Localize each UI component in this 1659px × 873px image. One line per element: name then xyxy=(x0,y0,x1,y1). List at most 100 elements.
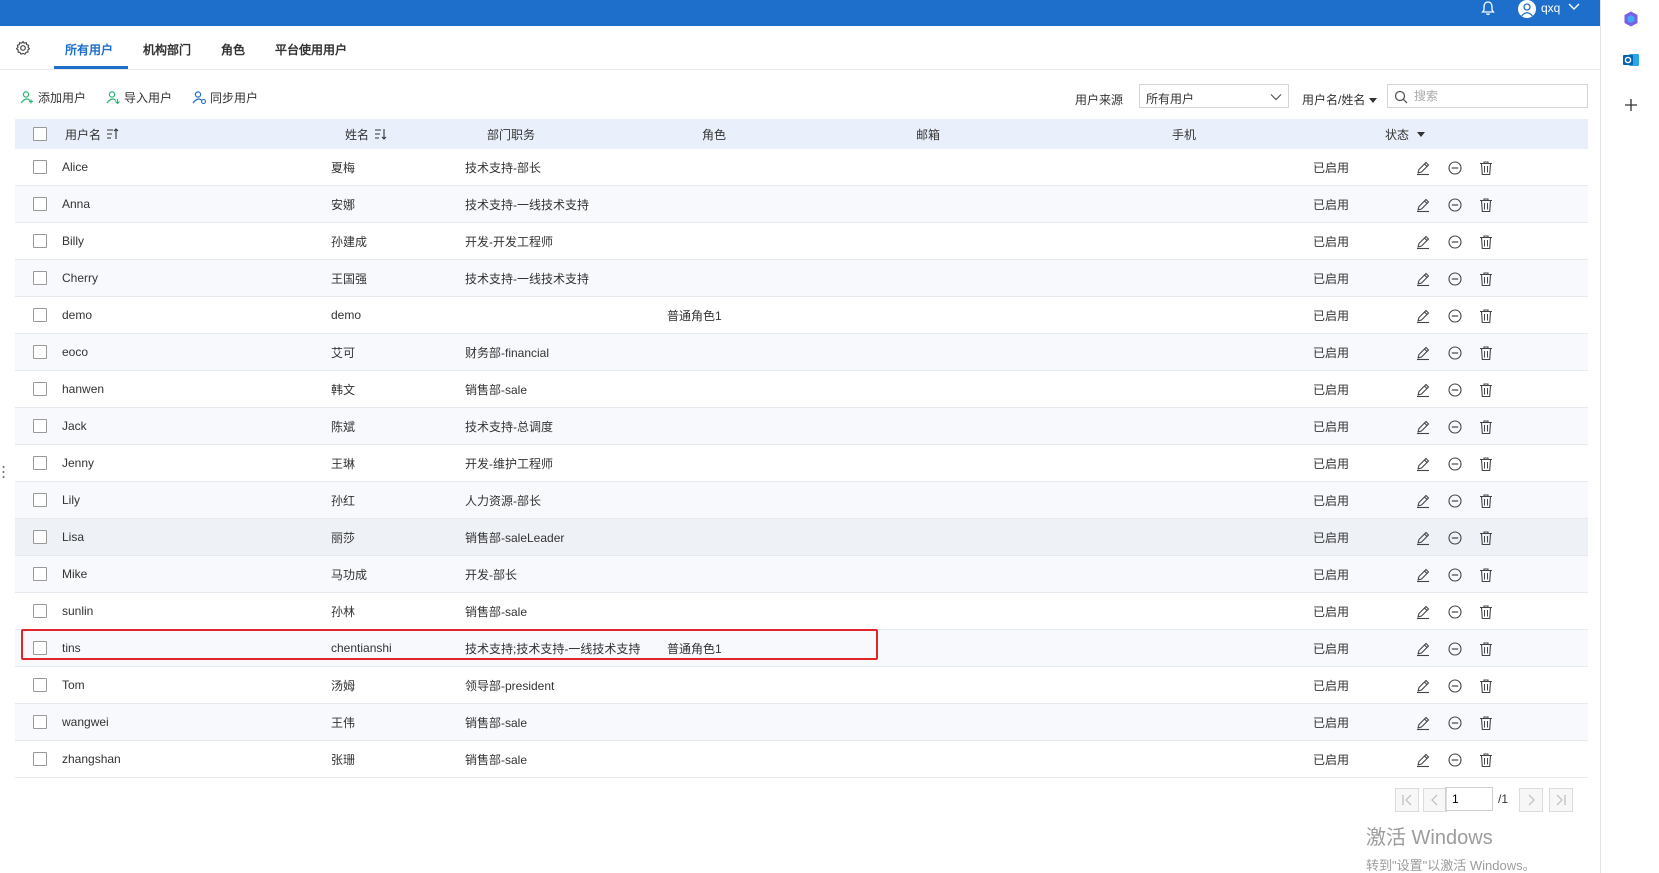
disable-icon[interactable] xyxy=(1447,493,1463,509)
disable-icon[interactable] xyxy=(1447,160,1463,176)
disable-icon[interactable] xyxy=(1447,308,1463,324)
tab-all-users[interactable]: 所有用户 xyxy=(65,41,113,58)
edit-icon[interactable] xyxy=(1415,678,1431,694)
sync-user-button[interactable]: 同步用户 xyxy=(192,88,258,106)
table-row[interactable]: Lisa 丽莎 销售部-saleLeader 已启用 xyxy=(15,519,1588,556)
disable-icon[interactable] xyxy=(1447,604,1463,620)
tab-departments[interactable]: 机构部门 xyxy=(143,41,191,58)
table-row[interactable]: Lily 孙红 人力资源-部长 已启用 xyxy=(15,482,1588,519)
table-row[interactable]: Jenny 王琳 开发-维护工程师 已启用 xyxy=(15,445,1588,482)
disable-icon[interactable] xyxy=(1447,752,1463,768)
edit-icon[interactable] xyxy=(1415,493,1431,509)
table-row[interactable]: Cherry 王国强 技术支持-一线技术支持 已启用 xyxy=(15,260,1588,297)
trash-icon[interactable] xyxy=(1478,752,1494,768)
row-checkbox[interactable] xyxy=(33,456,47,470)
disable-icon[interactable] xyxy=(1447,234,1463,250)
sort-icon[interactable] xyxy=(374,128,388,140)
table-row[interactable]: eoco 艾可 财务部-financial 已启用 xyxy=(15,334,1588,371)
import-user-button[interactable]: 导入用户 xyxy=(106,88,172,106)
edit-icon[interactable] xyxy=(1415,234,1431,250)
trash-icon[interactable] xyxy=(1478,308,1494,324)
row-checkbox[interactable] xyxy=(33,567,47,581)
edit-icon[interactable] xyxy=(1415,345,1431,361)
table-row[interactable]: hanwen 韩文 销售部-sale 已启用 xyxy=(15,371,1588,408)
prev-page-button[interactable] xyxy=(1423,788,1447,812)
next-page-button[interactable] xyxy=(1519,788,1543,812)
disable-icon[interactable] xyxy=(1447,530,1463,546)
trash-icon[interactable] xyxy=(1478,234,1494,250)
bell-icon[interactable] xyxy=(1479,0,1497,18)
disable-icon[interactable] xyxy=(1447,271,1463,287)
table-row[interactable]: Mike 马功成 开发-部长 已启用 xyxy=(15,556,1588,593)
row-checkbox[interactable] xyxy=(33,530,47,544)
row-checkbox[interactable] xyxy=(33,715,47,729)
edit-icon[interactable] xyxy=(1415,308,1431,324)
avatar[interactable] xyxy=(1518,0,1536,18)
tab-platform-users[interactable]: 平台使用用户 xyxy=(275,41,347,58)
source-select[interactable]: 所有用户 xyxy=(1139,84,1289,108)
search-field-dropdown[interactable]: 用户名/姓名 xyxy=(1302,91,1378,108)
sort-icon[interactable] xyxy=(106,128,120,140)
disable-icon[interactable] xyxy=(1447,456,1463,472)
row-checkbox[interactable] xyxy=(33,308,47,322)
row-checkbox[interactable] xyxy=(33,604,47,618)
gear-icon[interactable] xyxy=(15,40,31,56)
edit-icon[interactable] xyxy=(1415,382,1431,398)
edit-icon[interactable] xyxy=(1415,419,1431,435)
edit-icon[interactable] xyxy=(1415,160,1431,176)
disable-icon[interactable] xyxy=(1447,641,1463,657)
drag-handle-icon[interactable] xyxy=(2,465,5,479)
row-checkbox[interactable] xyxy=(33,160,47,174)
disable-icon[interactable] xyxy=(1447,419,1463,435)
row-checkbox[interactable] xyxy=(33,419,47,433)
table-row[interactable]: Tom 汤姆 领导部-president 已启用 xyxy=(15,667,1588,704)
trash-icon[interactable] xyxy=(1478,345,1494,361)
trash-icon[interactable] xyxy=(1478,604,1494,620)
table-row[interactable]: Jack 陈斌 技术支持-总调度 已启用 xyxy=(15,408,1588,445)
trash-icon[interactable] xyxy=(1478,456,1494,472)
trash-icon[interactable] xyxy=(1478,678,1494,694)
trash-icon[interactable] xyxy=(1478,197,1494,213)
disable-icon[interactable] xyxy=(1447,715,1463,731)
trash-icon[interactable] xyxy=(1478,271,1494,287)
table-row[interactable]: Anna 安娜 技术支持-一线技术支持 已启用 xyxy=(15,186,1588,223)
disable-icon[interactable] xyxy=(1447,678,1463,694)
edit-icon[interactable] xyxy=(1415,715,1431,731)
trash-icon[interactable] xyxy=(1478,419,1494,435)
edit-icon[interactable] xyxy=(1415,604,1431,620)
table-row[interactable]: sunlin 孙林 销售部-sale 已启用 xyxy=(15,593,1588,630)
edit-icon[interactable] xyxy=(1415,641,1431,657)
user-name[interactable]: qxq xyxy=(1541,1,1560,15)
outlook-icon[interactable] xyxy=(1622,51,1640,69)
header-username[interactable]: 用户名 xyxy=(65,119,120,149)
page-input[interactable] xyxy=(1446,788,1492,810)
trash-icon[interactable] xyxy=(1478,382,1494,398)
row-checkbox[interactable] xyxy=(33,752,47,766)
row-checkbox[interactable] xyxy=(33,197,47,211)
first-page-button[interactable] xyxy=(1395,788,1419,812)
table-row[interactable]: demo demo 普通角色1 已启用 xyxy=(15,297,1588,334)
table-row[interactable]: Alice 夏梅 技术支持-部长 已启用 xyxy=(15,149,1588,186)
edit-icon[interactable] xyxy=(1415,197,1431,213)
row-checkbox[interactable] xyxy=(33,271,47,285)
row-checkbox[interactable] xyxy=(33,493,47,507)
trash-icon[interactable] xyxy=(1478,715,1494,731)
edit-icon[interactable] xyxy=(1415,567,1431,583)
edit-icon[interactable] xyxy=(1415,456,1431,472)
trash-icon[interactable] xyxy=(1478,641,1494,657)
last-page-button[interactable] xyxy=(1549,788,1573,812)
trash-icon[interactable] xyxy=(1478,160,1494,176)
table-row[interactable]: zhangshan 张珊 销售部-sale 已启用 xyxy=(15,741,1588,778)
disable-icon[interactable] xyxy=(1447,345,1463,361)
disable-icon[interactable] xyxy=(1447,382,1463,398)
select-all-checkbox[interactable] xyxy=(33,127,47,141)
disable-icon[interactable] xyxy=(1447,567,1463,583)
trash-icon[interactable] xyxy=(1478,567,1494,583)
copilot-icon[interactable] xyxy=(1622,10,1640,28)
tab-roles[interactable]: 角色 xyxy=(221,41,245,58)
trash-icon[interactable] xyxy=(1478,493,1494,509)
row-checkbox[interactable] xyxy=(33,678,47,692)
table-row[interactable]: wangwei 王伟 销售部-sale 已启用 xyxy=(15,704,1588,741)
search-input[interactable] xyxy=(1414,87,1584,105)
edit-icon[interactable] xyxy=(1415,752,1431,768)
